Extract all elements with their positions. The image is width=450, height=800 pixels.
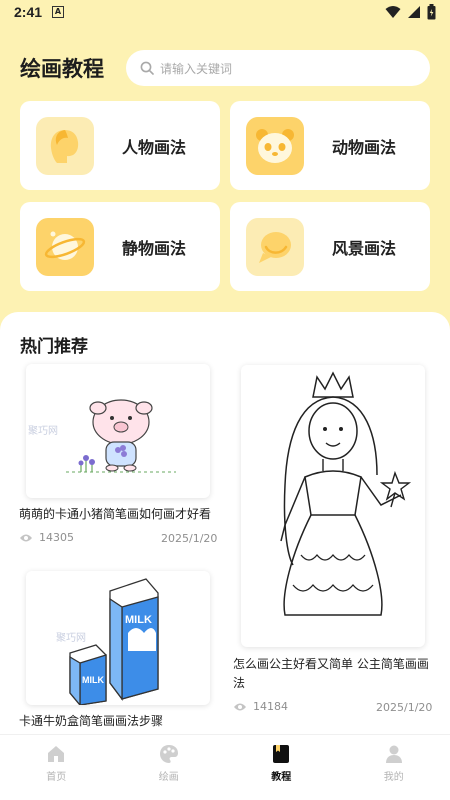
tab-label: 首页 (46, 772, 67, 783)
status-bar: 2:41 A (0, 0, 450, 24)
signal-icon (408, 6, 420, 18)
recommend-title[interactable]: 萌萌的卡通小猪简笔画如何画才好看 (19, 505, 219, 524)
home-icon (48, 746, 65, 762)
view-count: 14184 (233, 700, 288, 713)
milk-label: MILK (82, 675, 104, 685)
eye-icon (234, 703, 246, 710)
category-label: 动物画法 (332, 137, 397, 157)
search-input[interactable]: 请输入关键词 (126, 50, 430, 86)
category-label: 静物画法 (122, 238, 187, 258)
battery-icon (427, 4, 436, 20)
category-grid: 人物画法 动物画法 静物画法 风景画法 (20, 101, 430, 291)
category-animal-drawing[interactable]: 动物画法 (230, 101, 430, 190)
eye-icon (20, 534, 32, 541)
category-landscape-drawing[interactable]: 风景画法 (230, 202, 430, 291)
wifi-icon (385, 6, 401, 18)
tab-draw[interactable]: 绘画 (113, 735, 226, 800)
person-head-icon (36, 116, 94, 175)
recommend-title[interactable]: 卡通牛奶盒简笔画画法步骤 (19, 712, 219, 731)
milk-label: MILK (125, 614, 152, 626)
view-count: 14305 (19, 531, 74, 544)
recommend-image-pig[interactable]: 聚巧网 (26, 364, 210, 498)
search-icon (140, 61, 154, 75)
publish-date: 2025/1/20 (161, 532, 218, 545)
user-icon (385, 745, 402, 763)
tab-label: 我的 (383, 772, 404, 783)
watermark: 聚巧网 (56, 632, 86, 644)
view-count-value: 14305 (39, 531, 74, 544)
tab-label: 绘画 (158, 772, 179, 783)
planet-icon (36, 217, 94, 276)
notification-icon: A (52, 6, 65, 18)
header: 绘画教程 请输入关键词 (20, 48, 430, 88)
status-icons (385, 4, 436, 20)
tab-tutorial[interactable]: 教程 (225, 735, 338, 800)
recommend-title[interactable]: 怎么画公主好看又简单 公主简笔画画法 (233, 655, 433, 693)
category-still-life-drawing[interactable]: 静物画法 (20, 202, 220, 291)
palette-icon (159, 745, 178, 763)
section-title: 热门推荐 (20, 337, 88, 357)
tab-mine[interactable]: 我的 (338, 735, 450, 800)
tab-label: 教程 (271, 772, 292, 783)
panda-icon (246, 116, 304, 175)
watermark: 聚巧网 (28, 425, 58, 437)
book-icon (273, 745, 290, 763)
tab-home[interactable]: 首页 (0, 735, 113, 800)
category-person-drawing[interactable]: 人物画法 (20, 101, 220, 190)
page-title: 绘画教程 (20, 57, 104, 81)
publish-date: 2025/1/20 (376, 701, 433, 714)
chat-bubble-icon (246, 217, 304, 276)
recommend-image-milk[interactable]: 聚巧网 MILK MILK (26, 571, 210, 705)
bottom-tab-bar: 首页 绘画 教程 我的 (0, 734, 450, 800)
view-count-value: 14184 (253, 700, 288, 713)
recommend-image-princess[interactable] (241, 365, 425, 647)
recommend-panel: 热门推荐 聚巧网 萌萌的卡通小猪简笔画如何画才好看 14305 2025/1/2… (0, 312, 450, 800)
category-label: 风景画法 (332, 238, 397, 258)
search-placeholder: 请输入关键词 (160, 61, 233, 76)
category-label: 人物画法 (122, 137, 187, 157)
status-time: 2:41 (14, 4, 43, 20)
